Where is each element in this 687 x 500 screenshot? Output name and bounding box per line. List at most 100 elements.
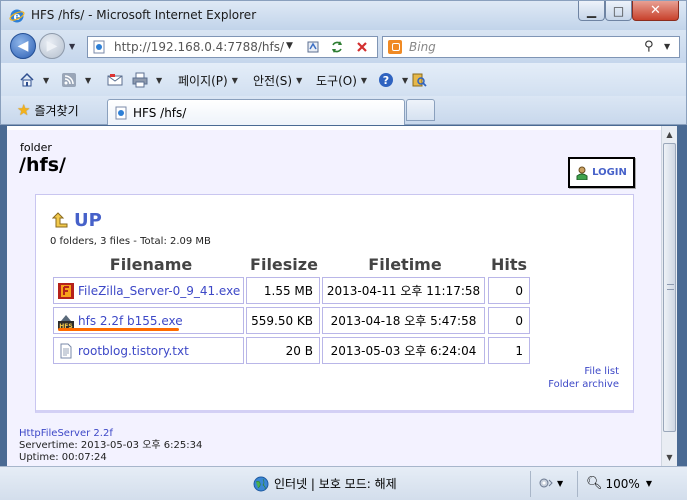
up-folder-icon (52, 211, 68, 227)
maximize-button[interactable]: □ (605, 1, 632, 21)
scroll-down-icon[interactable]: ▼ (662, 449, 677, 465)
folder-label: folder (20, 141, 52, 154)
hfs-page: folder /hfs/ LOGIN UP 0 folders, 3 files… (7, 126, 661, 466)
mail-icon (107, 74, 123, 86)
table-row-filename: rootblog.tistory.txt (53, 337, 244, 364)
stop-icon[interactable] (353, 39, 371, 55)
status-divider (530, 471, 531, 497)
page-menu-dropdown-icon: ▼ (231, 75, 238, 85)
table-cell-hits: 1 (488, 337, 530, 364)
maximize-icon: □ (612, 3, 625, 18)
search-box[interactable]: Bing ⚲ ▼ (382, 36, 680, 58)
help-dropdown-icon[interactable]: ▼ (402, 76, 408, 85)
help-icon: ? (379, 73, 393, 87)
research-button[interactable] (411, 71, 431, 89)
research-icon (412, 73, 427, 87)
mail-button[interactable] (107, 71, 127, 89)
column-header-filesize[interactable]: Filesize (246, 255, 322, 274)
table-cell-hits: 0 (488, 277, 530, 304)
address-dropdown-icon[interactable]: ▼ (286, 41, 293, 51)
table-cell-hits: 0 (488, 307, 530, 334)
globe-icon (253, 476, 269, 491)
favorites-label: 즐겨찾기 (34, 103, 79, 118)
page-icon (93, 40, 105, 54)
uptime-text: Uptime: 00:07:24 (19, 452, 107, 463)
table-cell-filesize: 559.50 KB (246, 307, 320, 334)
zoom-level: 100% (605, 476, 640, 491)
title-bar: e HFS /hfs/ - Microsoft Internet Explore… (0, 0, 687, 30)
home-dropdown-icon[interactable]: ▼ (43, 76, 49, 85)
tab-bar: ★ 즐겨찾기 HFS /hfs/ (0, 96, 687, 125)
tools-menu-dropdown-icon: ▼ (360, 75, 368, 85)
server-footer: HttpFileServer 2.2f Servertime: 2013-05-… (19, 428, 202, 464)
scroll-up-icon[interactable]: ▲ (662, 126, 677, 142)
print-dropdown-icon[interactable]: ▼ (156, 76, 162, 85)
security-zone[interactable]: 인터넷 | 보호 모드: 해제 (253, 475, 397, 492)
file-link[interactable]: FileZilla_Server-0_9_41.exe (78, 284, 240, 298)
minimize-button[interactable]: ▁ (578, 1, 605, 21)
protected-mode-button[interactable]: ▼ (538, 476, 563, 490)
back-button[interactable]: ◀ (10, 33, 36, 59)
close-button[interactable]: ✕ (632, 1, 679, 21)
search-options-dropdown-icon[interactable]: ▼ (664, 42, 670, 51)
folder-archive-link[interactable]: Folder archive (548, 378, 619, 391)
tab-title: HFS /hfs/ (133, 105, 187, 120)
page-menu-label: 페이지(P) (178, 73, 228, 88)
print-button[interactable]: ▼ (132, 71, 162, 89)
vertical-scrollbar[interactable]: ▲ ▼ (661, 126, 677, 466)
page-menu[interactable]: 페이지(P) ▼ (178, 71, 238, 89)
zoom-icon: 🔍︎ (586, 476, 603, 491)
table-cell-filetime: 2013-04-18 오후 5:47:58 (322, 307, 485, 334)
table-cell-filesize: 20 B (246, 337, 320, 364)
bing-icon (388, 40, 402, 54)
up-label: UP (74, 210, 102, 231)
user-icon (576, 166, 588, 180)
page-viewport: folder /hfs/ LOGIN UP 0 folders, 3 files… (7, 126, 661, 466)
new-tab-button[interactable] (406, 99, 435, 121)
tab-hfs[interactable]: HFS /hfs/ (107, 99, 405, 125)
zoom-button[interactable]: 🔍︎ 100% ▼ (586, 476, 652, 491)
feeds-dropdown-icon[interactable]: ▼ (85, 76, 91, 85)
column-header-hits[interactable]: Hits (488, 255, 530, 274)
help-button[interactable]: ? ▼ (378, 71, 408, 89)
highlight-underline (58, 328, 179, 331)
login-label: LOGIN (592, 167, 627, 178)
tools-menu[interactable]: 도구(O) ▼ (316, 71, 367, 89)
column-header-filetime[interactable]: Filetime (322, 255, 488, 274)
scroll-grip (667, 284, 674, 290)
search-icon[interactable]: ⚲ (644, 39, 654, 54)
recent-pages-dropdown[interactable]: ▼ (69, 42, 75, 51)
refresh-icon[interactable] (328, 39, 346, 55)
server-version-link[interactable]: HttpFileServer 2.2f (19, 428, 113, 439)
minimize-icon: ▁ (586, 3, 597, 18)
favorites-button[interactable]: ★ 즐겨찾기 (17, 101, 79, 119)
forward-button[interactable]: ▶ (39, 33, 65, 59)
protected-mode-dropdown-icon: ▼ (557, 478, 564, 488)
column-header-filename[interactable]: Filename (56, 255, 246, 274)
rss-feed-icon (62, 73, 76, 87)
login-button[interactable]: LOGIN (568, 157, 635, 188)
home-icon (20, 72, 34, 87)
ie-app-icon: e (9, 9, 25, 23)
up-link[interactable]: UP (52, 210, 102, 231)
safety-menu[interactable]: 안전(S) ▼ (253, 71, 302, 89)
file-link[interactable]: rootblog.tistory.txt (78, 344, 189, 358)
security-zone-label: 인터넷 | 보호 모드: 해제 (274, 477, 397, 491)
search-placeholder[interactable]: Bing (409, 40, 436, 54)
command-bar: ▼ ▼ ▼ 페이지(P) ▼ 안전(S) ▼ 도구(O) ▼ ? ▼ (0, 63, 687, 96)
svg-text:?: ? (383, 74, 389, 87)
compatibility-view-icon[interactable] (304, 39, 322, 55)
tools-menu-label: 도구(O) (316, 73, 357, 88)
feeds-button[interactable]: ▼ (61, 71, 91, 89)
window-title: HFS /hfs/ - Microsoft Internet Explorer (31, 8, 257, 22)
table-row-filename: FileZilla_Server-0_9_41.exe (53, 277, 244, 304)
home-button[interactable]: ▼ (19, 71, 49, 89)
navigation-bar: ◀ ▶ ▼ http://192.168.0.4:7788/hfs/ ▼ Bin… (0, 30, 687, 63)
scroll-thumb[interactable] (663, 143, 676, 432)
address-bar[interactable]: http://192.168.0.4:7788/hfs/ ▼ (87, 36, 378, 58)
file-link[interactable]: hfs 2.2f b155.exe (78, 314, 183, 328)
file-list-link[interactable]: File list (548, 365, 619, 378)
zoom-dropdown-icon: ▼ (645, 479, 652, 488)
address-url[interactable]: http://192.168.0.4:7788/hfs/ (114, 40, 284, 54)
page-links: File list Folder archive (548, 365, 619, 391)
